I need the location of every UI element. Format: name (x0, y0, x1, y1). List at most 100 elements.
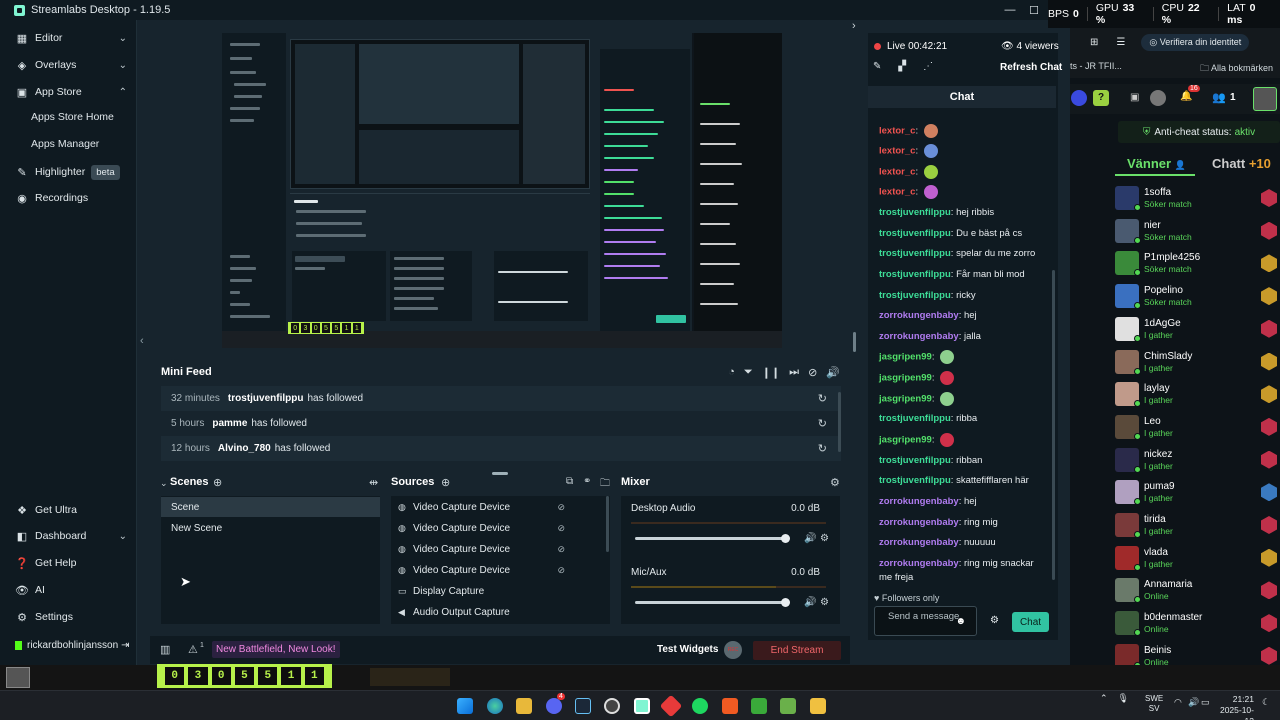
scene-item[interactable]: New Scene (161, 518, 380, 538)
verify-identity-button[interactable]: ◎ Verifiera din identitet (1141, 33, 1250, 51)
chat-username[interactable]: lextor_c (879, 146, 915, 157)
taskbar-clock[interactable]: 21:21 2025-10-12 (1212, 694, 1254, 720)
add-scene-icon[interactable]: ⊕ (213, 476, 222, 489)
obs-icon[interactable] (604, 698, 620, 714)
sidebar-item-editor[interactable]: ▦ Editor ⌄ (0, 26, 137, 50)
visibility-hidden-icon[interactable]: ⊘ (557, 544, 565, 555)
mute-notifications-icon[interactable]: ⊘ (808, 366, 817, 379)
microphone-icon[interactable]: 🎙 (1118, 693, 1129, 704)
all-bookmarks[interactable]: 🗀 Alla bokmärken (1200, 61, 1273, 77)
scenes-collapse-icon[interactable]: ⌄ (160, 478, 168, 489)
game-mode-icon[interactable] (1071, 90, 1087, 106)
tray-expand-icon[interactable]: ⌃ (1100, 693, 1108, 704)
chat-username[interactable]: zorrokungenbaby (879, 558, 959, 569)
store-icon[interactable]: ▣ (1130, 92, 1139, 103)
chat-username[interactable]: lextor_c (879, 167, 915, 178)
stream-preview[interactable]: 0 3 0 5 5 1 1 (222, 33, 782, 348)
scene-item[interactable]: Scene (161, 497, 380, 517)
preview-resize-handle[interactable] (853, 332, 856, 352)
volume-icon[interactable]: 🔊 (826, 366, 840, 379)
repeat-alert-icon[interactable]: ↻ (818, 392, 827, 405)
friend-row[interactable]: nier Söker match (1115, 217, 1280, 249)
pie-chart-icon[interactable]: ◔ (728, 366, 735, 379)
friend-row[interactable]: 1dAgGe I gather (1115, 315, 1280, 347)
party-icon[interactable]: 👥 (1212, 91, 1226, 104)
chat-username[interactable]: trostjuvenfilppu (879, 248, 951, 259)
channel-settings-icon[interactable]: ⚙ (820, 533, 829, 544)
friend-row[interactable]: 1soffa Söker match (1115, 184, 1280, 216)
source-item[interactable]: ◍ Video Capture Device ⊘ (391, 560, 601, 580)
chat-username[interactable]: jasgripen99 (879, 435, 932, 446)
sidebar-item-settings[interactable]: ⚙ Settings (0, 605, 137, 629)
logout-icon[interactable]: ⇥ (121, 640, 129, 651)
discord-icon[interactable] (546, 698, 562, 714)
visibility-hidden-icon[interactable]: ⊘ (557, 565, 565, 576)
chat-username[interactable]: jasgripen99 (879, 373, 932, 384)
mini-feed-scrollbar[interactable] (838, 392, 841, 452)
collapse-sidebar-icon[interactable]: ‹ (140, 335, 144, 347)
sidebar-item-apps-manager[interactable]: Apps Manager (31, 138, 99, 150)
scene-transitions-icon[interactable]: ⇹ (369, 476, 378, 489)
chat-username[interactable]: zorrokungenbaby (879, 331, 959, 342)
friend-row[interactable]: vlada I gather (1115, 544, 1280, 576)
friend-row[interactable]: tirida I gather (1115, 511, 1280, 543)
volume-icon[interactable]: 🔊 (1188, 697, 1199, 708)
mic-aux-slider-knob[interactable] (781, 598, 790, 607)
share-icon[interactable]: ⋰ (923, 61, 933, 72)
sidebar-item-recordings[interactable]: ◉ Recordings (0, 186, 137, 210)
refresh-chat-button[interactable]: Refresh Chat (1000, 62, 1062, 73)
chat-username[interactable]: zorrokungenbaby (879, 496, 959, 507)
tab-friends[interactable]: Vänner 👤 (1127, 156, 1186, 171)
chat-username[interactable]: trostjuvenfilppu (879, 475, 951, 486)
edge-browser-icon[interactable] (487, 698, 503, 714)
help-icon[interactable]: ? (1093, 90, 1109, 106)
windows-start-icon[interactable] (457, 698, 473, 714)
expand-chat-icon[interactable]: › (852, 20, 856, 32)
minecraft-icon[interactable] (751, 698, 767, 714)
minimize-button[interactable]: — (998, 0, 1022, 20)
emoji-icon[interactable]: ☻ (955, 616, 966, 627)
chat-username[interactable]: trostjuvenfilppu (879, 413, 951, 424)
chat-input[interactable]: Send a message ☻ (874, 606, 977, 636)
notifications-icon[interactable]: 🔔 (1180, 91, 1192, 102)
friend-row[interactable]: Leo I gather (1115, 413, 1280, 445)
battery-icon[interactable]: ▭ (1201, 697, 1210, 708)
chat-username[interactable]: trostjuvenfilppu (879, 290, 951, 301)
repeat-alert-icon[interactable]: ↻ (818, 417, 827, 430)
maximize-button[interactable]: ☐ (1022, 0, 1046, 20)
friend-row[interactable]: laylay I gather (1115, 380, 1280, 412)
source-item[interactable]: ▭ Display Capture (391, 581, 601, 601)
mixer-settings-icon[interactable]: ⚙ (830, 476, 840, 489)
friend-row[interactable]: ChimSlady I gather (1115, 348, 1280, 380)
sidebar-item-highlighter[interactable]: ✎ Highlighter beta (0, 160, 137, 184)
chat-username[interactable]: lextor_c (879, 187, 915, 198)
source-settings-icon[interactable]: ⧉ (566, 476, 573, 487)
tab-chat[interactable]: Chatt +10 (1212, 156, 1271, 171)
friend-row[interactable]: P1mple4256 Söker match (1115, 249, 1280, 281)
extensions-icon[interactable]: ⊞ (1090, 37, 1098, 48)
repeat-alert-icon[interactable]: ↻ (818, 442, 827, 455)
streamlabs-taskbar-icon[interactable] (634, 698, 650, 714)
chat-username[interactable]: lextor_c (879, 126, 915, 137)
edit-stream-info-icon[interactable]: ✎ (873, 61, 881, 72)
wifi-icon[interactable]: ◠ (1174, 697, 1182, 708)
chat-username[interactable]: trostjuvenfilppu (879, 207, 951, 218)
file-explorer-icon[interactable] (516, 698, 532, 714)
filter-icon[interactable]: ⏷ (744, 366, 753, 379)
chat-username[interactable]: zorrokungenbaby (879, 537, 959, 548)
chat-send-button[interactable]: Chat (1012, 612, 1049, 632)
friend-row[interactable]: b0denmaster Online (1115, 609, 1280, 641)
sidebar-item-get-ultra[interactable]: ❖ Get Ultra (0, 498, 137, 522)
channel-settings-icon[interactable]: ⚙ (820, 597, 829, 608)
reading-list-icon[interactable]: ☰ (1116, 37, 1125, 48)
avatar[interactable] (1253, 87, 1277, 111)
add-source-icon[interactable]: ⊕ (441, 476, 450, 489)
user-account[interactable]: rickardbohlinjansson ⇥ (0, 633, 137, 657)
friend-row[interactable]: nickez I gather (1115, 446, 1280, 478)
friend-row[interactable]: puma9 I gather (1115, 478, 1280, 510)
clip-icon[interactable]: ▞ (898, 61, 906, 72)
chat-settings-icon[interactable]: ⚙ (990, 615, 999, 626)
desktop-audio-slider[interactable] (635, 537, 787, 540)
sidebar-item-app-store[interactable]: ▣ App Store ⌃ (0, 80, 137, 104)
sidebar-item-apps-store-home[interactable]: Apps Store Home (31, 111, 114, 123)
